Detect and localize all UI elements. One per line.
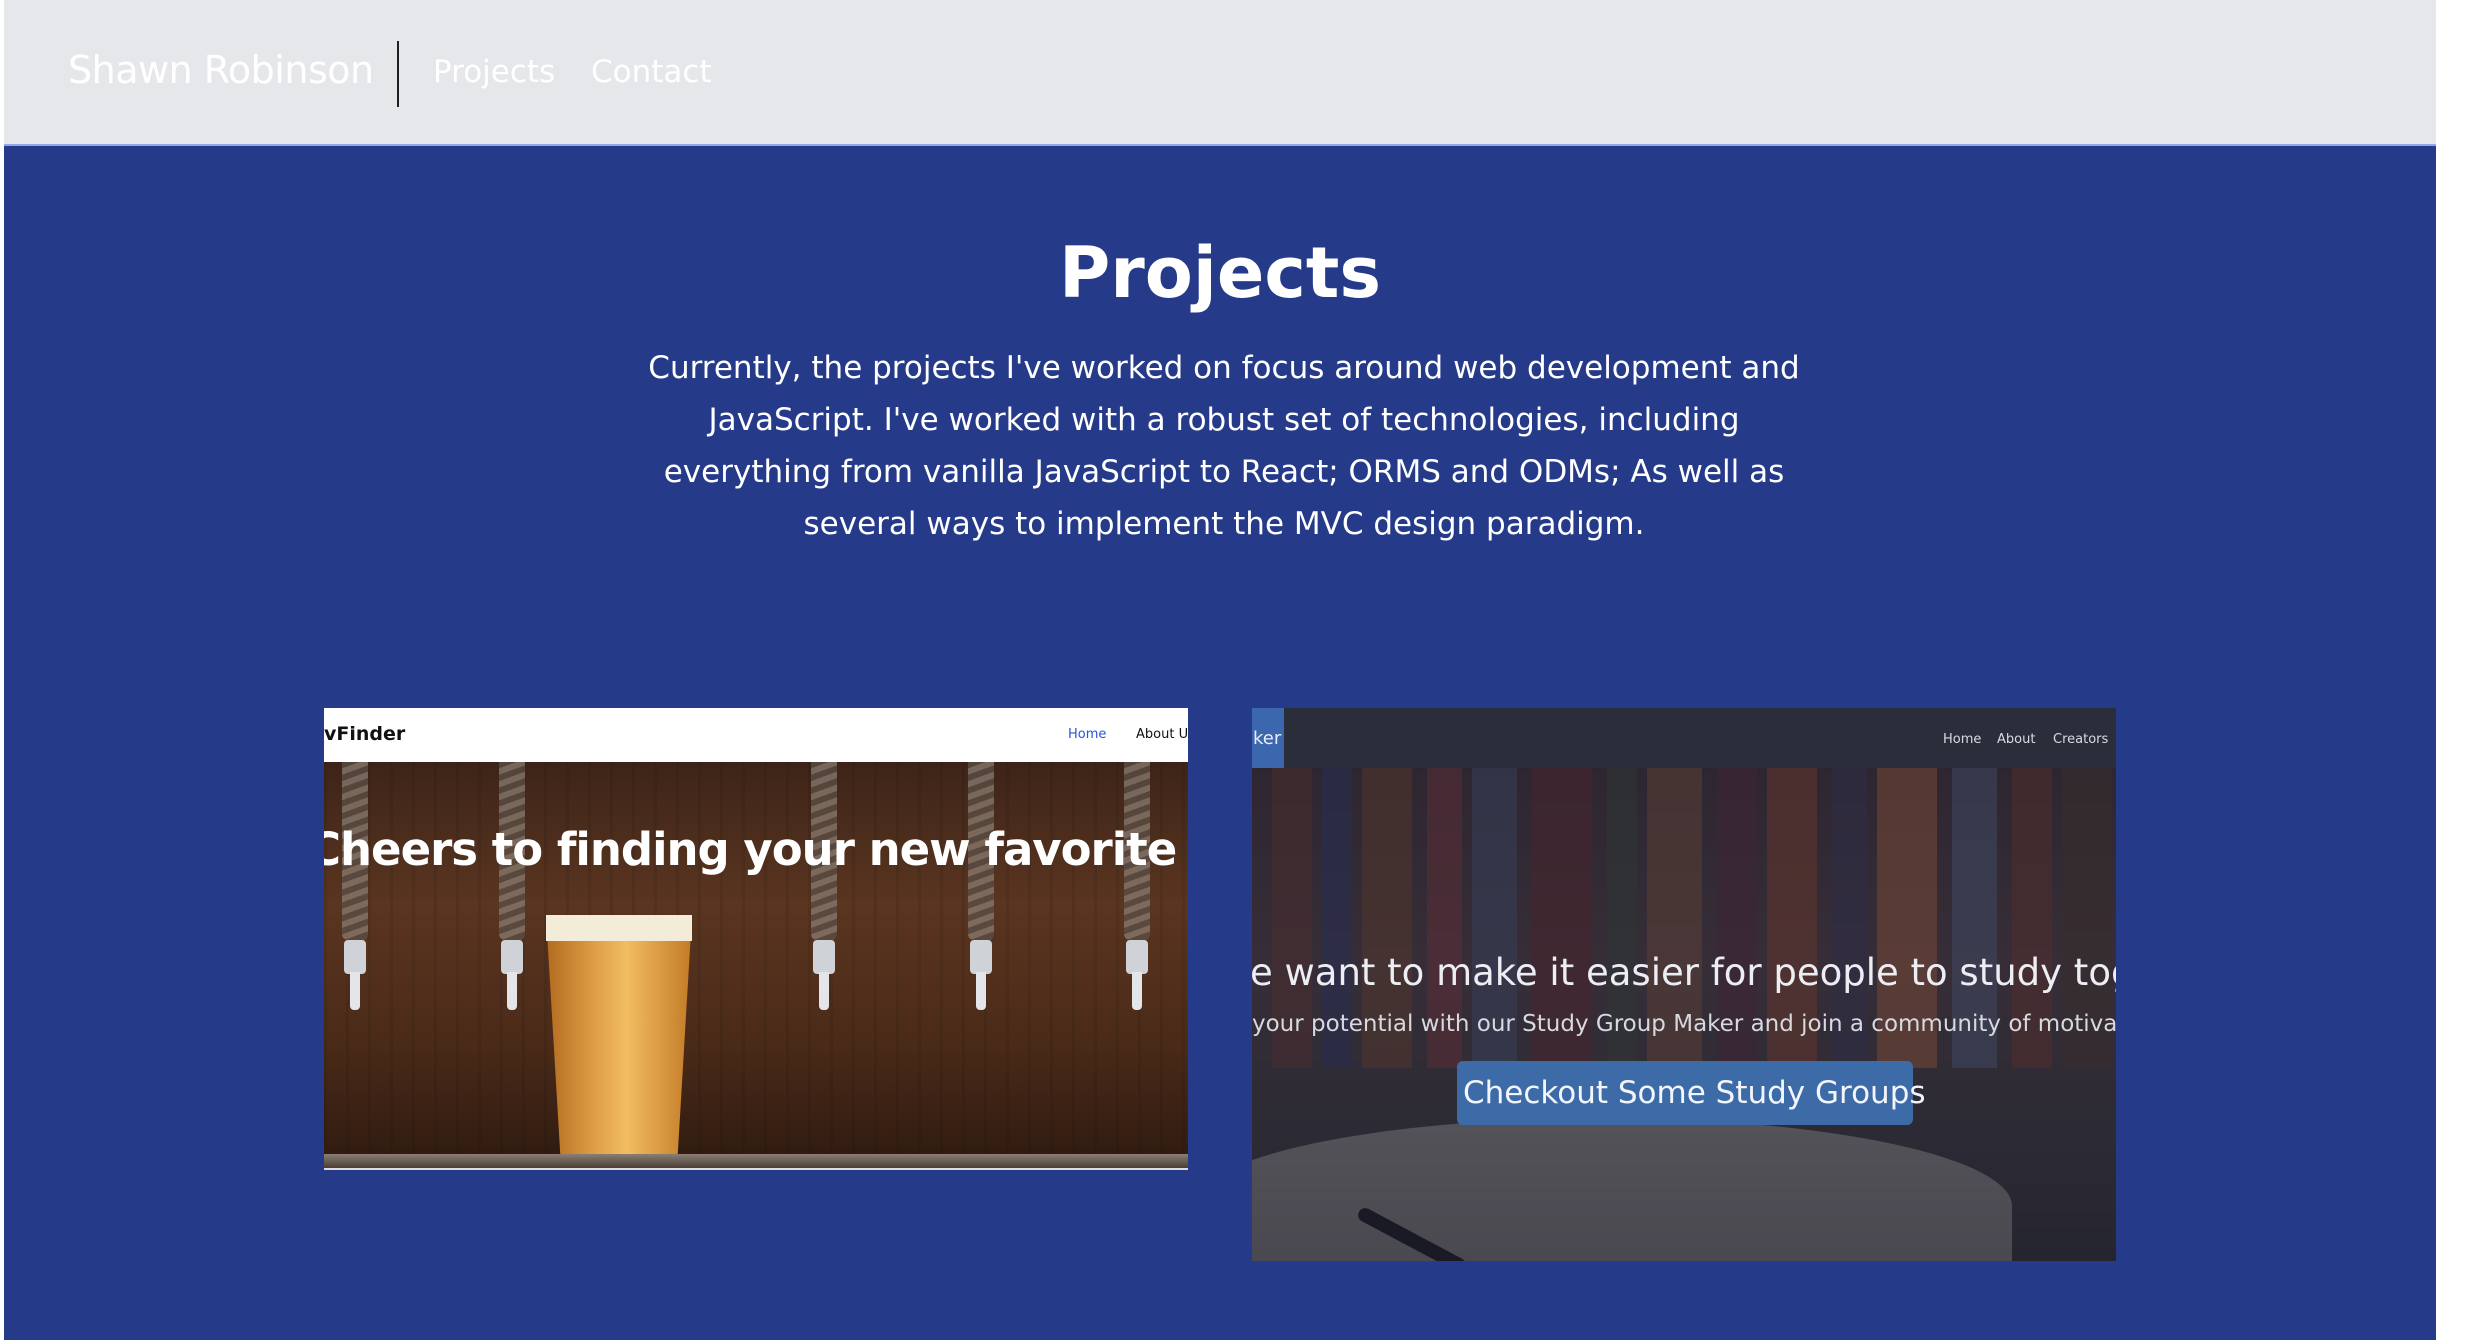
- project-card-study-group-maker[interactable]: ker Home About Creators e want to make i…: [1252, 708, 2116, 1261]
- project-preview-headline: Cheers to finding your new favorite brew…: [324, 823, 1188, 876]
- beer-tap-icon: [342, 762, 368, 1012]
- project-preview-logo-text: ker: [1253, 728, 1282, 749]
- beer-tap-icon: [499, 762, 525, 1012]
- project-preview-headline: e want to make it easier for people to s…: [1252, 951, 2116, 994]
- project-preview-logo: ker: [1252, 708, 1284, 768]
- project-preview-hero-image: e want to make it easier for people to s…: [1252, 768, 2116, 1261]
- project-preview-nav-about: About Us: [1136, 727, 1188, 742]
- nav-divider: [397, 41, 399, 107]
- project-preview-logo: vFinder: [324, 723, 406, 745]
- project-preview-nav-creators: Creators: [2053, 732, 2109, 747]
- project-preview-nav-home: Home: [1068, 727, 1107, 742]
- nav-link-projects[interactable]: Projects: [433, 54, 555, 90]
- project-preview-hero-image: Cheers to finding your new favorite brew…: [324, 762, 1188, 1168]
- project-preview-subtext: your potential with our Study Group Make…: [1252, 1011, 2116, 1037]
- beer-foam: [546, 915, 692, 941]
- page-title: Projects: [1058, 232, 1381, 314]
- nav-link-contact[interactable]: Contact: [591, 54, 712, 90]
- beer-tap-icon: [811, 762, 837, 1012]
- project-card-brewery-finder[interactable]: vFinder Home About Us Cheers to finding …: [324, 708, 1188, 1170]
- top-navbar: Shawn Robinson Projects Contact: [4, 0, 2436, 146]
- project-preview-nav-home: Home: [1943, 732, 1982, 747]
- beer-glass-icon: [546, 915, 692, 1160]
- bar-counter: [324, 1154, 1188, 1168]
- project-preview-nav-about: About: [1997, 732, 2036, 747]
- beer-tap-icon: [1124, 762, 1150, 1012]
- checkout-study-groups-button[interactable]: Checkout Some Study Groups: [1457, 1061, 1926, 1125]
- project-preview-navbar: ker Home About Creators: [1252, 708, 2116, 768]
- brand-link[interactable]: Shawn Robinson: [68, 48, 374, 92]
- projects-section: Projects Currently, the projects I've wo…: [4, 146, 2436, 1340]
- page: Shawn Robinson Projects Contact Projects…: [4, 0, 2436, 1340]
- projects-intro-text: Currently, the projects I've worked on f…: [648, 350, 1800, 542]
- project-preview-navbar: vFinder Home About Us: [324, 708, 1188, 762]
- beer-tap-icon: [968, 762, 994, 1012]
